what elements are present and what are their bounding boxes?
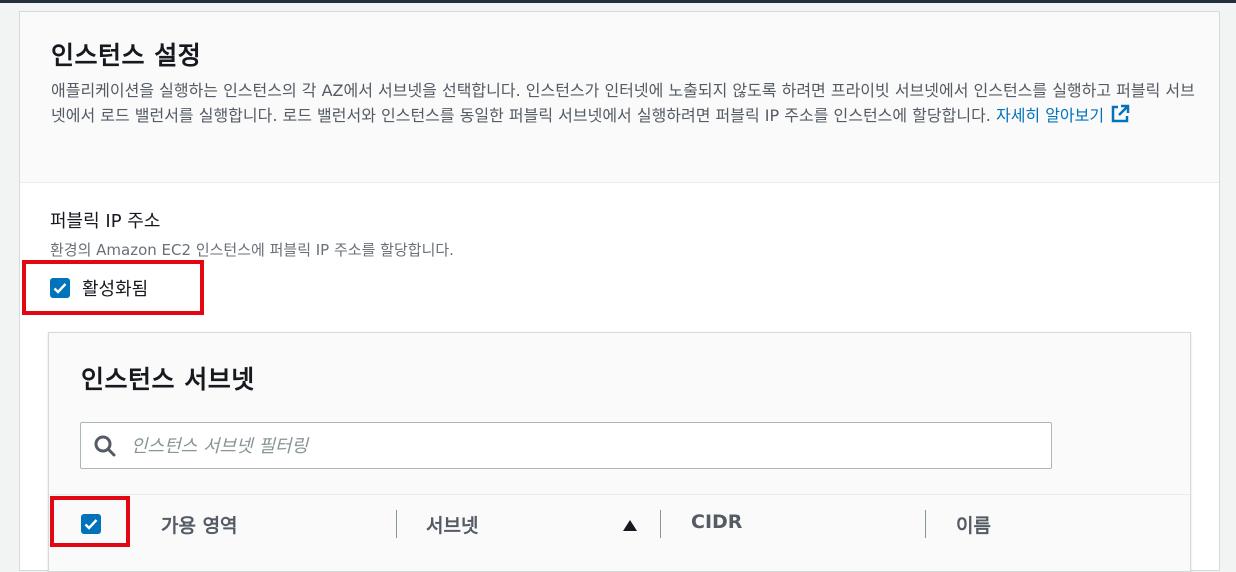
column-header-name[interactable]: 이름 (956, 511, 991, 538)
public-ip-description: 환경의 Amazon EC2 인스턴스에 퍼블릭 IP 주소를 할당합니다. (50, 241, 454, 259)
column-divider[interactable] (925, 510, 926, 538)
subnet-filter-input[interactable] (129, 431, 1033, 461)
sort-ascending-icon[interactable] (622, 517, 638, 536)
panel-header: 인스턴스 설정 애플리케이션을 실행하는 인스턴스의 각 AZ에서 서브넷을 선… (20, 12, 1219, 183)
column-header-cidr[interactable]: CIDR (691, 511, 742, 533)
section-description: 애플리케이션을 실행하는 인스턴스의 각 AZ에서 서브넷을 선택합니다. 인스… (51, 78, 1201, 131)
learn-more-link[interactable]: 자세히 알아보기 (995, 104, 1130, 125)
column-divider[interactable] (660, 510, 661, 538)
column-divider[interactable] (396, 510, 397, 538)
top-border (0, 0, 1236, 3)
column-header-subnet[interactable]: 서브넷 (426, 511, 478, 538)
learn-more-label: 자세히 알아보기 (995, 106, 1105, 125)
section-title: 인스턴스 설정 (51, 41, 202, 70)
column-header-availability-zone[interactable]: 가용 영역 (161, 511, 238, 538)
external-link-icon (1110, 104, 1130, 131)
subnets-table-header: 가용 영역 서브넷 CIDR 이름 (49, 494, 1190, 555)
subnets-title: 인스턴스 서브넷 (81, 365, 255, 394)
search-icon (93, 434, 117, 462)
highlight-box-enabled (22, 260, 204, 315)
subnet-filter[interactable] (80, 422, 1052, 469)
public-ip-label: 퍼블릭 IP 주소 (50, 211, 161, 232)
highlight-box-select-all (50, 496, 130, 547)
